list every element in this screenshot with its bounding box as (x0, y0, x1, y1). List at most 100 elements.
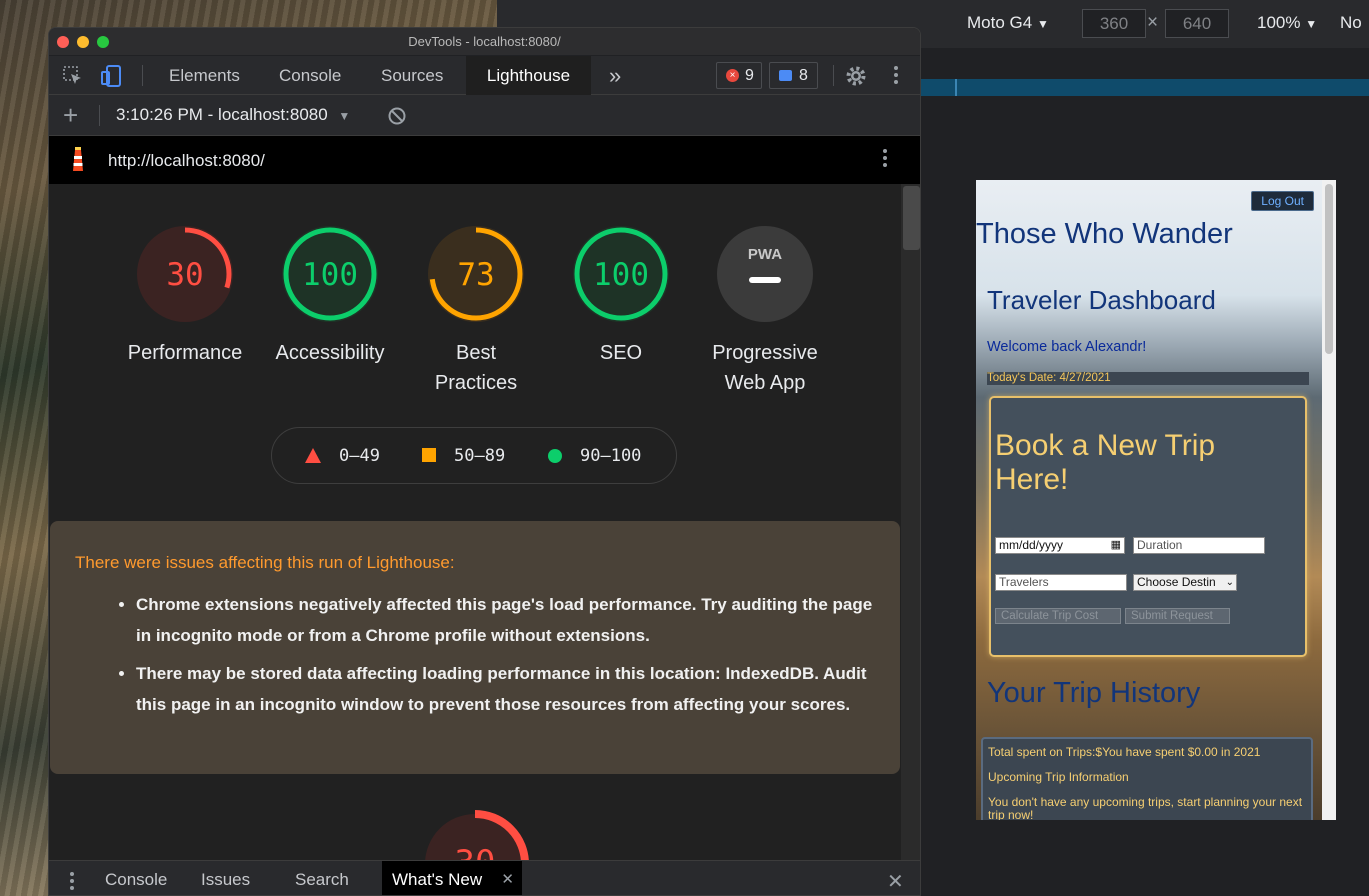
messages-badge[interactable]: 8 (769, 62, 818, 89)
gauge-label: SEO (599, 342, 643, 364)
destination-select[interactable]: Choose Destin ⌄ (1133, 574, 1237, 591)
pwa-badge-icon: PWA (717, 226, 813, 322)
new-report-button[interactable]: + (63, 100, 78, 131)
divider (833, 65, 834, 86)
book-trip-title: Book a New Trip Here! (995, 429, 1216, 496)
calculate-cost-button[interactable]: Calculate Trip Cost (995, 608, 1121, 624)
legend-fail: 0–49 (339, 446, 380, 466)
lighthouse-toolbar: + 3:10:26 PM - localhost:8080 ▼ (49, 95, 920, 136)
chevron-down-icon: ▼ (1036, 17, 1049, 31)
errors-count: 9 (745, 67, 754, 84)
warning-item: There may be stored data affecting loadi… (136, 658, 886, 720)
gauge-label: Best (455, 342, 497, 364)
run-warnings: There were issues affecting this run of … (50, 521, 900, 774)
tab-sources[interactable]: Sources (369, 56, 455, 95)
drawer-menu-icon[interactable] (69, 872, 75, 890)
throttle-select[interactable]: No (1340, 13, 1362, 33)
gear-icon[interactable] (844, 64, 868, 93)
tab-elements[interactable]: Elements (157, 56, 252, 95)
gauge-label: Progressive (712, 342, 818, 364)
score-value: 100 (593, 257, 649, 293)
welcome-text: Welcome back Alexandr! (987, 339, 1147, 355)
gauge-score[interactable]: 30 Performance (128, 226, 242, 368)
tab-lighthouse[interactable]: Lighthouse (466, 56, 591, 95)
inspect-element-icon[interactable] (62, 65, 84, 92)
tab-console[interactable]: Console (267, 56, 353, 95)
report-menu-icon[interactable] (882, 149, 888, 167)
height-input[interactable]: 640 (1165, 9, 1229, 38)
score-ring: 100 (573, 226, 669, 322)
divider (142, 65, 143, 86)
trip-date-input[interactable]: mm/dd/yyyy ▦ (995, 537, 1125, 554)
drawer-tab-search[interactable]: Search (285, 861, 359, 895)
site-title: Those Who Wander (976, 218, 1233, 250)
gauge-score[interactable]: 100 Accessibility (276, 226, 384, 368)
score-value: 73 (457, 257, 494, 293)
divider (99, 105, 100, 126)
trip-history-card: Total spent on Trips:$You have spent $0.… (981, 737, 1313, 820)
gauge-score[interactable]: 100 SEO (571, 226, 671, 368)
warnings-heading: There were issues affecting this run of … (75, 553, 455, 572)
warnings-list: Chrome extensions negatively affected th… (136, 589, 886, 727)
performance-section-gauge: 30 (419, 808, 531, 860)
circle-pass-icon (548, 449, 562, 463)
error-icon: × (726, 69, 739, 82)
drawer-tab-whats-new[interactable]: What's New ✕ (382, 861, 522, 895)
messages-count: 8 (799, 67, 808, 84)
devtools-window: DevTools - localhost:8080/ Elements Cons… (48, 27, 921, 896)
dashboard-heading: Traveler Dashboard (987, 285, 1216, 315)
drawer-tab-console[interactable]: Console (95, 861, 177, 895)
close-drawer-icon[interactable]: ✕ (887, 869, 904, 894)
mobile-scrollbar[interactable] (1322, 180, 1336, 820)
zoom-select[interactable]: 100% ▼ (1257, 13, 1317, 33)
clear-block-icon[interactable] (387, 106, 407, 131)
lighthouse-logo-icon (68, 147, 88, 178)
legend-pass: 90–100 (580, 446, 642, 466)
submit-request-button[interactable]: Submit Request (1125, 608, 1230, 624)
total-spent-text: Total spent on Trips:$You have spent $0.… (988, 745, 1261, 759)
warning-item: Chrome extensions negatively affected th… (136, 589, 886, 651)
width-input[interactable]: 360 (1082, 9, 1146, 38)
report-url-bar: http://localhost:8080/ (49, 136, 920, 184)
drawer-tab-issues[interactable]: Issues (191, 861, 260, 895)
duration-input[interactable]: Duration (1133, 537, 1265, 554)
travelers-input[interactable]: Travelers (995, 574, 1127, 591)
times-symbol: × (1147, 12, 1159, 33)
score-value: 100 (302, 257, 358, 293)
logout-button[interactable]: Log Out (1251, 191, 1314, 211)
gauge-score[interactable]: 73 Best Practices (426, 226, 526, 398)
mobile-viewport: Log Out Those Who Wander Traveler Dashbo… (976, 180, 1322, 820)
book-trip-card: Book a New Trip Here! mm/dd/yyyy ▦ Durati… (989, 396, 1307, 657)
chevron-down-icon: ▼ (338, 109, 351, 123)
trip-history-heading: Your Trip History (987, 677, 1201, 709)
upcoming-heading: Upcoming Trip Information (988, 770, 1129, 784)
more-tabs-button[interactable]: » (597, 56, 633, 95)
device-toolbar-icon[interactable] (100, 64, 124, 93)
score-ring: 30 (137, 226, 233, 322)
report-url[interactable]: http://localhost:8080/ (108, 151, 265, 171)
chevron-down-icon: ▼ (1305, 17, 1318, 31)
lighthouse-report: 30 Performance 100 Accessibility 73 Best Pract… (49, 184, 901, 860)
calendar-icon: ▦ (1110, 539, 1121, 551)
drawer-tabbar: Console Issues Search What's New ✕ ✕ (49, 860, 920, 895)
devtools-tabbar: Elements Console Sources Lighthouse » × … (49, 56, 920, 95)
triangle-fail-icon (305, 448, 321, 463)
kebab-menu-icon[interactable] (893, 66, 899, 84)
gauge-pwa[interactable]: PWA Progressive Web App (712, 226, 818, 398)
gauge-label: Performance (127, 342, 243, 364)
close-icon[interactable]: ✕ (501, 861, 514, 895)
gauge-label: Practices (434, 372, 518, 394)
date-text: Today's Date: 4/27/2021 (987, 372, 1309, 385)
square-average-icon (422, 448, 436, 462)
report-scrollbar[interactable] (901, 184, 920, 860)
report-select[interactable]: 3:10:26 PM - localhost:8080 ▼ (116, 105, 350, 125)
device-select[interactable]: Moto G4 ▼ (967, 13, 1049, 33)
gauge-label: Web App (724, 372, 806, 394)
svg-text:PWA: PWA (748, 246, 782, 263)
errors-badge[interactable]: × 9 (716, 62, 762, 89)
svg-text:30: 30 (455, 843, 496, 860)
score-ring: 100 (282, 226, 378, 322)
media-query-bar[interactable] (921, 79, 1369, 96)
window-title: DevTools - localhost:8080/ (408, 34, 561, 49)
score-value: 30 (166, 257, 203, 293)
